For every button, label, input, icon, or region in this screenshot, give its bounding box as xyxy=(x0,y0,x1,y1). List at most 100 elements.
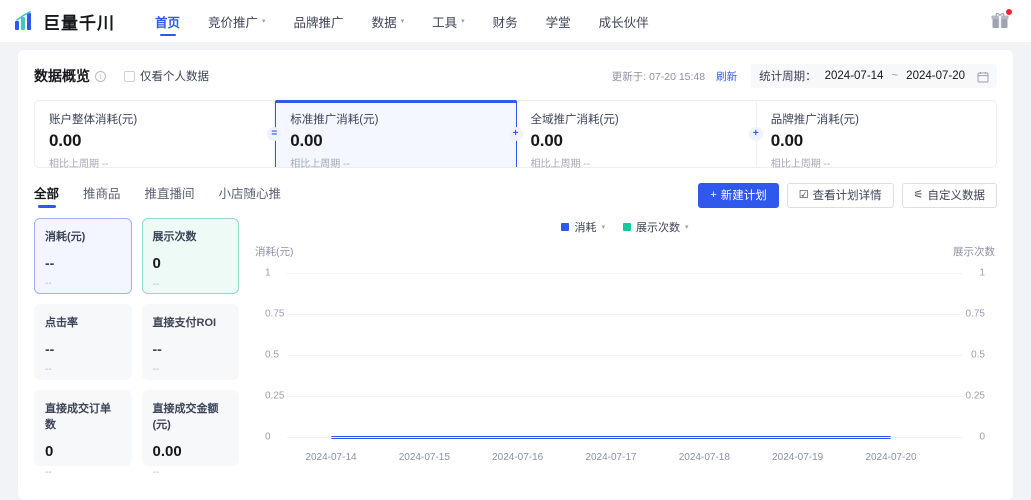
axis-titles: 消耗(元) 展示次数 xyxy=(253,244,997,259)
kpi-compare: 相比上周期 -- xyxy=(530,159,590,170)
y-axis-right-tick: 0 xyxy=(979,431,985,443)
view-plan-details-label: 查看计划详情 xyxy=(812,190,882,202)
kpi-compare: 相比上周期 -- xyxy=(49,159,109,170)
legend-item-consumption[interactable]: 消耗 ▾ xyxy=(561,219,605,235)
chevron-down-icon: ▾ xyxy=(461,17,465,25)
tab-label: 全部 xyxy=(34,186,60,201)
tab-store-free-promotion[interactable]: 小店随心推 xyxy=(219,183,282,208)
metric-value: 0.00 xyxy=(152,443,182,460)
settings-sliders-icon: ⚟ xyxy=(913,188,924,201)
grid-line xyxy=(287,437,963,438)
checkbox-square-icon: ☑ xyxy=(798,188,809,201)
calendar-icon[interactable] xyxy=(977,70,989,83)
metric-value: -- xyxy=(45,255,55,271)
equals-operator-icon: = xyxy=(267,127,282,141)
period-label: 统计周期： xyxy=(759,71,817,83)
chart-plot-area: 1 1 0.75 0.75 0.5 0.5 0.25 0.25 0 0 xyxy=(253,265,997,445)
nav-item-home[interactable]: 首页 xyxy=(141,0,194,42)
plus-operator-icon: + xyxy=(748,127,763,141)
tab-label: 推直播间 xyxy=(144,186,195,201)
metric-sub: -- xyxy=(45,467,52,478)
metric-name: 直接成交订单数 xyxy=(45,403,111,431)
data-overview-panel: 数据概览 i 仅看个人数据 更新于: 07-20 15:48 刷新 统计周期： … xyxy=(18,50,1013,500)
period-end-date[interactable]: 2024-07-20 xyxy=(906,70,965,82)
nav-item-brand-promotion[interactable]: 品牌推广 xyxy=(280,0,358,42)
custom-data-label: 自定义数据 xyxy=(927,190,986,202)
x-axis-tick-label: 2024-07-15 xyxy=(398,452,450,463)
legend-color-swatch xyxy=(561,223,570,231)
metric-value: -- xyxy=(45,341,55,357)
gift-icon[interactable] xyxy=(989,9,1012,32)
tab-promote-product[interactable]: 推商品 xyxy=(83,183,121,208)
period-start-date[interactable]: 2024-07-14 xyxy=(825,70,884,82)
nav-item-data[interactable]: 数据 ▾ xyxy=(358,0,419,42)
metric-sub: -- xyxy=(152,364,160,375)
chart-legend: 消耗 ▾ 展示次数 ▾ xyxy=(253,218,997,236)
nav-item-tools[interactable]: 工具 ▾ xyxy=(418,0,479,42)
info-circle-icon[interactable]: i xyxy=(95,70,106,82)
tab-and-action-row: 全部 推商品 推直播间 小店随心推 + 新建计划 ☑ 查看计划详情 ⚟ 自定义数… xyxy=(34,182,997,208)
nav-item-finance[interactable]: 财务 xyxy=(479,0,532,42)
metric-value: -- xyxy=(152,341,162,357)
brand-logo[interactable]: 巨量千川 xyxy=(14,9,115,34)
metric-sub: -- xyxy=(45,278,52,289)
metric-card-impressions[interactable]: 展示次数 0 -- xyxy=(141,218,239,294)
kpi-card-account-total[interactable]: 账户整体消耗(元) 0.00 相比上周期 -- = xyxy=(35,101,282,170)
brand-name: 巨量千川 xyxy=(43,13,115,33)
kpi-card-row: 账户整体消耗(元) 0.00 相比上周期 -- = 标准推广消耗(元) 0.00… xyxy=(34,100,997,170)
refresh-button[interactable]: 刷新 xyxy=(716,69,737,84)
kpi-value: 0.00 xyxy=(290,131,323,150)
kpi-card-global-promotion[interactable]: 全域推广消耗(元) 0.00 相比上周期 -- + xyxy=(517,101,763,170)
date-range-picker[interactable]: 统计周期： 2024-07-14 ~ 2024-07-20 xyxy=(751,64,997,88)
custom-data-button[interactable]: ⚟ 自定义数据 xyxy=(901,182,997,208)
metric-card-ctr[interactable]: 点击率 -- -- xyxy=(34,304,132,380)
metric-name: 消耗(元) xyxy=(45,231,86,243)
notification-dot xyxy=(1006,9,1012,15)
tab-promote-livestream[interactable]: 推直播间 xyxy=(145,183,195,208)
kpi-compare: 相比上周期 -- xyxy=(770,159,831,170)
personal-data-checkbox[interactable]: 仅看个人数据 xyxy=(124,68,209,84)
x-axis-tick-label: 2024-07-16 xyxy=(492,452,544,463)
grid-line xyxy=(287,273,963,274)
grid-line xyxy=(287,355,963,356)
plus-icon: + xyxy=(710,188,717,201)
nav-item-academy[interactable]: 学堂 xyxy=(532,0,585,42)
kpi-value: 0.00 xyxy=(49,131,82,150)
metric-card-consumption[interactable]: 消耗(元) -- -- xyxy=(34,218,132,294)
metric-value: 0 xyxy=(45,443,54,460)
metric-card-direct-gmv[interactable]: 直接成交金额(元) 0.00 -- xyxy=(141,390,239,478)
kpi-card-standard-promotion[interactable]: 标准推广消耗(元) 0.00 相比上周期 -- + xyxy=(275,100,523,170)
legend-color-swatch xyxy=(623,223,631,231)
kpi-name: 标准推广消耗(元) xyxy=(290,114,379,126)
view-plan-details-button[interactable]: ☑ 查看计划详情 xyxy=(786,182,894,208)
tab-all[interactable]: 全部 xyxy=(34,183,59,208)
page-title: 数据概览 xyxy=(34,68,90,84)
last-updated-text: 更新于: 07-20 15:48 xyxy=(611,70,706,83)
grid-line xyxy=(287,314,963,315)
trend-chart: 消耗 ▾ 展示次数 ▾ 消耗(元) 展示次数 1 1 0.75 0.75 0.5 0.5 0… xyxy=(253,218,997,466)
y-axis-left-tick: 1 xyxy=(265,267,271,279)
checkbox-box-icon xyxy=(124,70,135,82)
chevron-down-icon: ▾ xyxy=(601,224,605,231)
bar-chart-logo-icon xyxy=(14,11,36,31)
kpi-name: 全域推广消耗(元) xyxy=(530,114,619,126)
y-axis-left-tick: 0.25 xyxy=(265,390,285,402)
create-plan-button[interactable]: + 新建计划 xyxy=(698,182,779,208)
top-navigation-bar: 巨量千川 首页 竞价推广 ▾ 品牌推广 数据 ▾ 工具 ▾ 财务 学堂 成长伙伴 xyxy=(0,0,1031,42)
top-bar-right-actions xyxy=(989,9,1017,32)
metric-card-direct-order-count[interactable]: 直接成交订单数 0 -- xyxy=(34,390,132,478)
panel-header: 数据概览 i 仅看个人数据 更新于: 07-20 15:48 刷新 统计周期： … xyxy=(34,64,997,88)
main-nav: 首页 竞价推广 ▾ 品牌推广 数据 ▾ 工具 ▾ 财务 学堂 成长伙伴 xyxy=(141,0,663,42)
legend-item-impressions[interactable]: 展示次数 ▾ xyxy=(623,219,689,235)
metric-card-direct-payment-roi[interactable]: 直接支付ROI -- -- xyxy=(141,304,239,380)
kpi-card-brand-promotion[interactable]: 品牌推广消耗(元) 0.00 相比上周期 -- xyxy=(757,101,996,170)
nav-item-label: 品牌推广 xyxy=(293,15,344,30)
plus-operator-icon: + xyxy=(508,127,523,141)
nav-item-label: 竞价推广 xyxy=(208,15,259,30)
nav-item-bidding-promotion[interactable]: 竞价推广 ▾ xyxy=(194,0,280,42)
nav-item-label: 首页 xyxy=(155,15,181,30)
panel-header-right: 更新于: 07-20 15:48 刷新 统计周期： 2024-07-14 ~ 2… xyxy=(612,64,997,88)
chevron-down-icon: ▾ xyxy=(685,224,689,231)
metric-name: 直接支付ROI xyxy=(152,317,217,329)
nav-item-growth-partner[interactable]: 成长伙伴 xyxy=(585,0,663,42)
